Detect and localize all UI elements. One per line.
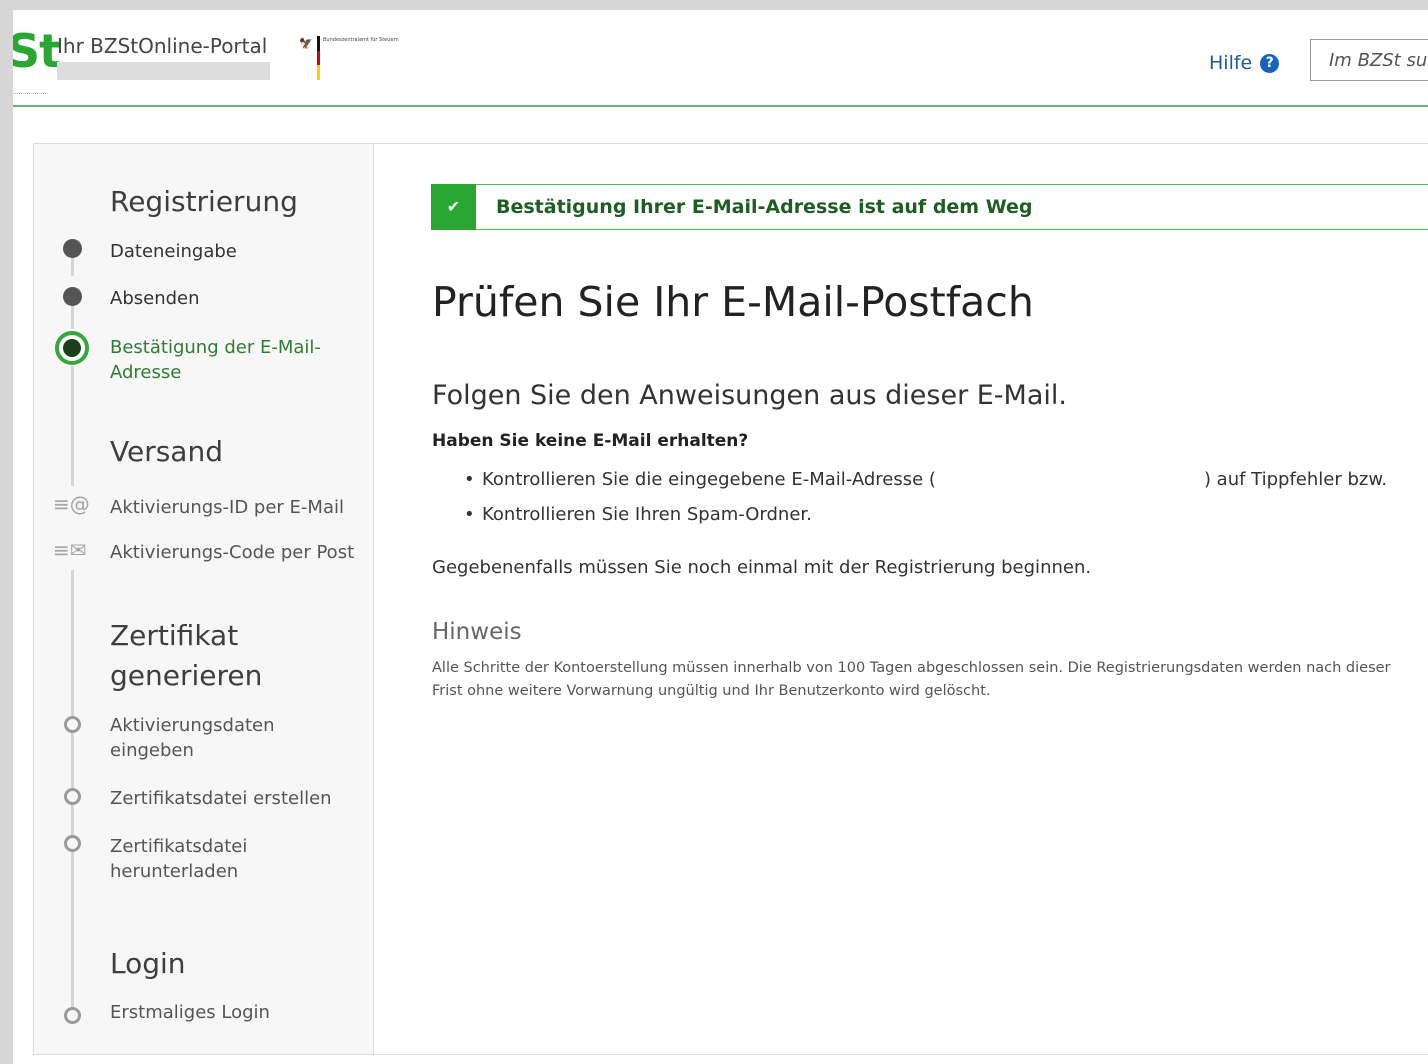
- checkmark-icon: ✔: [431, 183, 476, 230]
- step-done-marker: [63, 287, 82, 306]
- step-pending-marker: [64, 716, 81, 733]
- sidebar-step-aktivierungs-code[interactable]: Aktivierungs-Code per Post: [110, 540, 354, 565]
- email-at-icon: ≡@: [53, 492, 90, 516]
- sidebar-step-aktivierungs-id[interactable]: Aktivierungs-ID per E-Mail: [110, 495, 344, 520]
- check-address-suffix: ) auf Tippfehler bzw.: [1203, 469, 1388, 490]
- federal-office-text: Bundeszentralamt für Steuern: [323, 37, 399, 43]
- portal-title[interactable]: Ihr BZStOnline-Portal: [57, 34, 267, 58]
- step-active-marker: [55, 331, 89, 365]
- redacted-email: [935, 470, 1204, 490]
- sidebar-step-erstmaliges-login[interactable]: Erstmaliges Login: [110, 1000, 270, 1025]
- help-label: Hilfe: [1209, 52, 1253, 74]
- help-link[interactable]: Hilfe ?: [1209, 52, 1280, 74]
- restart-notice: Gegebenenfalls müssen Sie noch einmal mi…: [432, 557, 1092, 578]
- sidebar-step-zertifikatsdatei-herunterladen[interactable]: Zertifikatsdatei herunterladen: [110, 834, 310, 884]
- section-heading-registrierung: Registrierung: [110, 185, 298, 218]
- instructions-subtitle: Folgen Sie den Anweisungen aus dieser E-…: [432, 380, 1067, 411]
- troubleshooting-list: Kontrollieren Sie die eingegebene E-Mail…: [464, 462, 1387, 532]
- sidebar-step-aktivierungsdaten[interactable]: Aktivierungsdaten eingeben: [110, 713, 310, 763]
- hint-heading: Hinweis: [432, 619, 522, 645]
- progress-track: [71, 366, 74, 486]
- section-heading-zertifikat: Zertifikat generieren: [110, 619, 263, 692]
- federal-eagle-icon: 🦅: [299, 37, 313, 50]
- portal-subtitle-redacted: [57, 62, 270, 80]
- sidebar-step-email-bestaetigung[interactable]: Bestätigung der E-Mail-Adresse: [110, 335, 340, 385]
- list-item: Kontrollieren Sie Ihren Spam-Ordner.: [464, 497, 1387, 532]
- list-item: Kontrollieren Sie die eingegebene E-Mail…: [464, 462, 1387, 497]
- question-circle-icon: ?: [1260, 53, 1280, 73]
- step-done-marker: [63, 239, 82, 258]
- page-title: Prüfen Sie Ihr E-Mail-Postfach: [432, 278, 1034, 326]
- sidebar-step-absenden[interactable]: Absenden: [110, 286, 200, 311]
- step-pending-marker: [64, 1007, 81, 1024]
- logo-underline: [13, 93, 48, 94]
- hint-text: Alle Schritte der Kontoerstellung müssen…: [432, 660, 1391, 699]
- step-pending-marker: [64, 788, 81, 805]
- site-search-input[interactable]: [1310, 39, 1428, 81]
- federal-office-logo[interactable]: 🦅 Bundeszentralamt für Steuern: [299, 36, 399, 84]
- page: St Ihr BZStOnline-Portal 🦅 Bundeszentral…: [13, 10, 1428, 1064]
- step-pending-marker: [64, 835, 81, 852]
- alert-message: Bestätigung Ihrer E-Mail-Adresse ist auf…: [496, 196, 1033, 218]
- sidebar-step-zertifikatsdatei-erstellen[interactable]: Zertifikatsdatei erstellen: [110, 786, 332, 811]
- german-flag-bar: [317, 36, 320, 80]
- check-address-text: Kontrollieren Sie die eingegebene E-Mail…: [482, 469, 936, 490]
- site-header: St Ihr BZStOnline-Portal 🦅 Bundeszentral…: [13, 10, 1428, 107]
- bzst-logo[interactable]: St: [13, 28, 61, 74]
- main-frame: Registrierung Dateneingabe Absenden Best…: [33, 143, 1428, 1055]
- section-heading-versand: Versand: [110, 435, 223, 468]
- sidebar-step-dateneingabe[interactable]: Dateneingabe: [110, 239, 237, 264]
- section-heading-login: Login: [110, 947, 186, 980]
- success-alert: ✔ Bestätigung Ihrer E-Mail-Adresse ist a…: [431, 183, 1428, 230]
- envelope-icon: ≡✉: [53, 538, 87, 562]
- progress-sidebar: Registrierung Dateneingabe Absenden Best…: [34, 144, 374, 1054]
- no-email-question: Haben Sie keine E-Mail erhalten?: [432, 431, 749, 451]
